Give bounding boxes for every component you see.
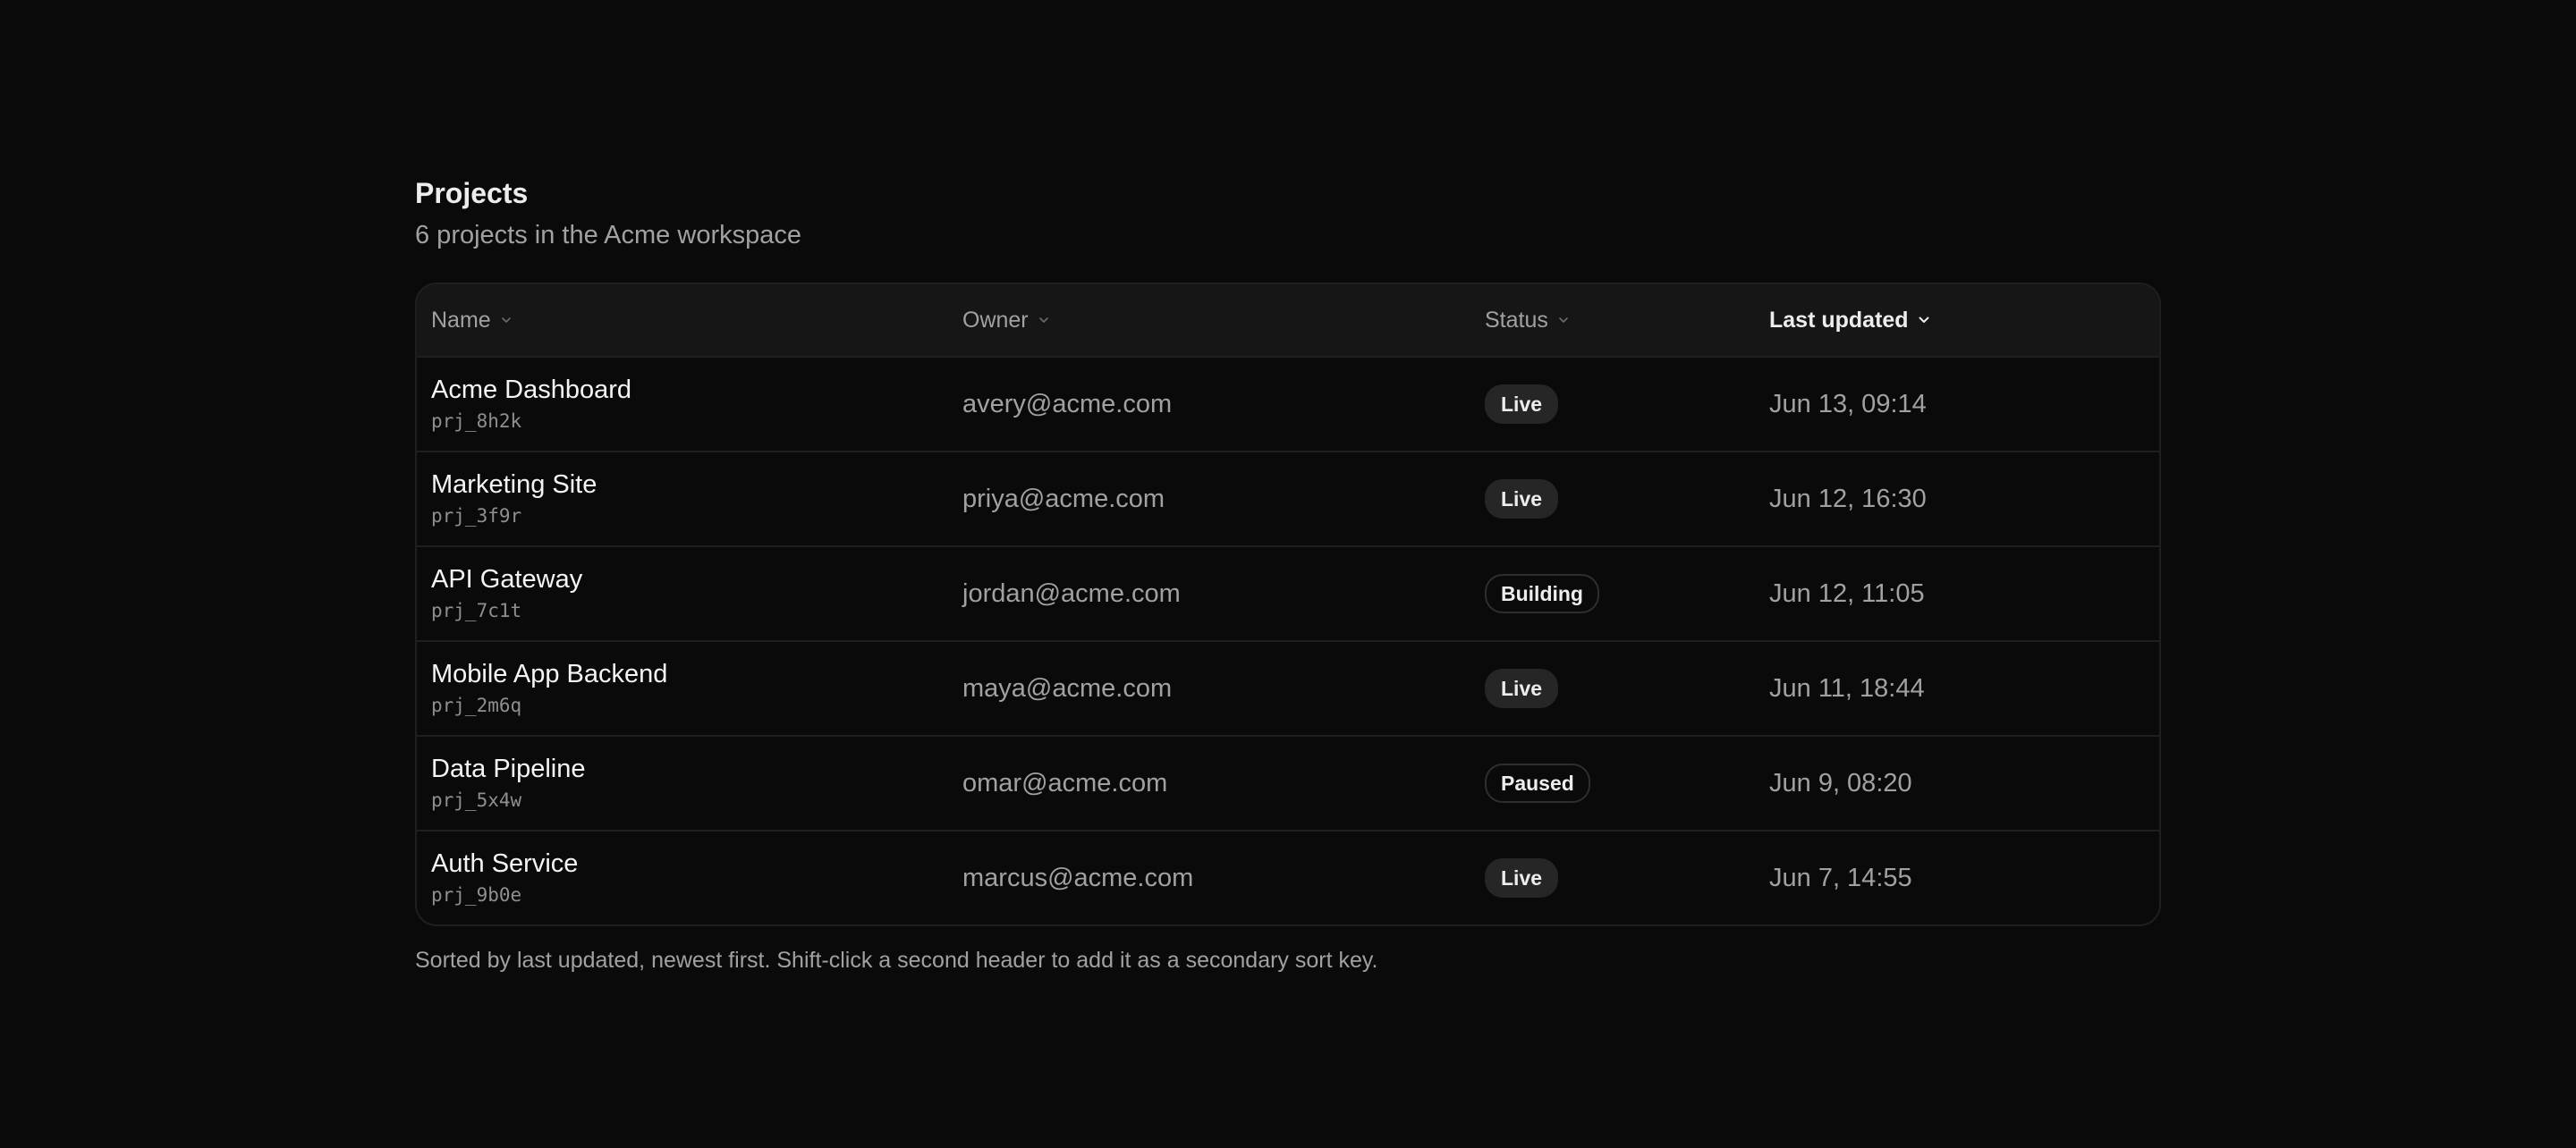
owner-email: marcus@acme.com	[962, 863, 1194, 892]
owner-email: avery@acme.com	[962, 389, 1173, 418]
last-updated: Jun 12, 16:30	[1769, 484, 1927, 513]
projects-table: Name Owner Status Last updated Acme Dash…	[415, 283, 2161, 926]
status-cell: Live	[1485, 858, 1769, 898]
status-badge: Paused	[1485, 764, 1590, 803]
chevron-down-icon	[1559, 317, 1568, 323]
name-cell: API Gateway prj_7c1t	[417, 564, 962, 623]
owner-email: jordan@acme.com	[962, 578, 1181, 608]
sort-footnote: Sorted by last updated, newest first. Sh…	[415, 948, 1378, 973]
status-badge: Live	[1485, 479, 1559, 519]
column-header-status[interactable]: Status	[1485, 284, 1769, 356]
last-updated: Jun 7, 14:55	[1769, 863, 1912, 892]
column-header-name[interactable]: Name	[417, 284, 962, 356]
status-cell: Paused	[1485, 764, 1769, 803]
project-name[interactable]: Auth Service	[431, 848, 962, 879]
projects-panel: Projects 6 projects in the Acme workspac…	[415, 175, 2161, 975]
page-subtitle: 6 projects in the Acme workspace	[415, 221, 801, 249]
status-badge: Live	[1485, 858, 1559, 898]
project-id: prj_9b0e	[431, 884, 522, 906]
status-cell: Live	[1485, 384, 1769, 424]
last-updated: Jun 11, 18:44	[1769, 673, 1925, 703]
column-header-label: Last updated	[1769, 307, 1909, 333]
status-cell: Live	[1485, 479, 1769, 519]
sort-descending-icon	[1919, 317, 1929, 323]
last-updated: Jun 12, 11:05	[1769, 578, 1925, 608]
project-name[interactable]: Data Pipeline	[431, 754, 962, 784]
chevron-down-icon	[1038, 317, 1048, 323]
status-badge: Building	[1485, 574, 1599, 613]
last-updated: Jun 9, 08:20	[1769, 768, 1912, 798]
table-header-row: Name Owner Status Last updated	[417, 284, 2159, 358]
project-id: prj_3f9r	[431, 505, 522, 527]
table-row[interactable]: Marketing Site prj_3f9r priya@acme.com L…	[417, 452, 2159, 547]
name-cell: Data Pipeline prj_5x4w	[417, 754, 962, 813]
table-row[interactable]: Acme Dashboard prj_8h2k avery@acme.com L…	[417, 358, 2159, 452]
table-body: Acme Dashboard prj_8h2k avery@acme.com L…	[417, 358, 2159, 924]
owner-email: maya@acme.com	[962, 673, 1173, 703]
table-row[interactable]: API Gateway prj_7c1t jordan@acme.com Bui…	[417, 547, 2159, 642]
status-badge: Live	[1485, 669, 1559, 708]
status-cell: Building	[1485, 574, 1769, 613]
project-id: prj_8h2k	[431, 410, 522, 432]
column-header-owner[interactable]: Owner	[962, 284, 1485, 356]
project-name[interactable]: Marketing Site	[431, 469, 962, 500]
column-header-label: Name	[431, 307, 491, 333]
table-row[interactable]: Mobile App Backend prj_2m6q maya@acme.co…	[417, 642, 2159, 737]
table-row[interactable]: Auth Service prj_9b0e marcus@acme.com Li…	[417, 831, 2159, 924]
project-name[interactable]: Mobile App Backend	[431, 659, 962, 689]
last-updated: Jun 13, 09:14	[1769, 389, 1927, 418]
project-id: prj_7c1t	[431, 600, 522, 621]
status-cell: Live	[1485, 669, 1769, 708]
status-badge: Live	[1485, 384, 1559, 424]
page-title: Projects	[415, 177, 529, 209]
name-cell: Auth Service prj_9b0e	[417, 848, 962, 907]
project-id: prj_5x4w	[431, 789, 522, 811]
column-header-label: Status	[1485, 307, 1548, 333]
name-cell: Acme Dashboard prj_8h2k	[417, 375, 962, 434]
table-row[interactable]: Data Pipeline prj_5x4w omar@acme.com Pau…	[417, 737, 2159, 831]
project-name[interactable]: Acme Dashboard	[431, 375, 962, 405]
column-header-label: Owner	[962, 307, 1029, 333]
project-name[interactable]: API Gateway	[431, 564, 962, 595]
owner-email: priya@acme.com	[962, 484, 1165, 513]
project-id: prj_2m6q	[431, 695, 522, 716]
name-cell: Marketing Site prj_3f9r	[417, 469, 962, 528]
name-cell: Mobile App Backend prj_2m6q	[417, 659, 962, 718]
chevron-down-icon	[501, 317, 511, 323]
owner-email: omar@acme.com	[962, 768, 1168, 798]
column-header-last-updated[interactable]: Last updated	[1769, 284, 2159, 356]
